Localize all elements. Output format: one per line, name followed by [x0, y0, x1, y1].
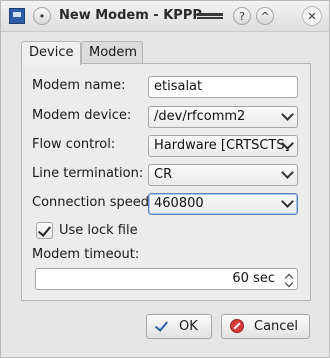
tab-modem[interactable]: Modem: [81, 41, 143, 64]
chevron-down-icon: [281, 166, 294, 179]
kppp-app-icon[interactable]: [9, 8, 25, 24]
line-termination-label: Line termination:: [32, 166, 144, 181]
flow-control-value: Hardware [CRTSCTS]: [154, 138, 290, 153]
modem-device-label: Modem device:: [32, 108, 132, 123]
tab-device-label: Device: [29, 45, 74, 60]
connection-speed-label: Connection speed:: [32, 195, 154, 210]
check-icon: [154, 318, 169, 333]
minimize-icon[interactable]: ^: [256, 7, 274, 25]
modem-name-input[interactable]: etisalat: [148, 76, 298, 98]
cancel-icon: [230, 319, 244, 333]
chevron-down-icon: [281, 108, 294, 121]
connection-speed-select[interactable]: 460800: [148, 193, 298, 215]
ok-button[interactable]: OK: [146, 314, 212, 339]
use-lock-file-label[interactable]: Use lock file: [59, 223, 138, 238]
checkmark-icon: [37, 223, 52, 237]
modem-timeout-spinbox[interactable]: 60 sec: [35, 268, 298, 290]
modem-name-label: Modem name:: [32, 78, 126, 93]
line-termination-select[interactable]: CR: [148, 164, 298, 186]
cancel-button[interactable]: Cancel: [221, 314, 310, 339]
ok-button-label: OK: [179, 319, 198, 334]
close-button[interactable]: ✕: [302, 6, 322, 26]
connection-speed-value: 460800: [154, 196, 204, 211]
chevron-down-icon: [281, 195, 294, 208]
flow-control-label: Flow control:: [32, 137, 116, 152]
titlebar[interactable]: • New Modem - KPPP ? ^ ✕: [1, 1, 329, 32]
line-termination-value: CR: [154, 167, 173, 182]
modem-name-value: etisalat: [154, 79, 203, 94]
tab-device[interactable]: Device: [21, 41, 81, 65]
cancel-button-label: Cancel: [254, 319, 299, 334]
modem-device-select[interactable]: /dev/rfcomm2: [148, 106, 298, 128]
modem-timeout-label: Modem timeout:: [32, 247, 140, 262]
modem-device-value: /dev/rfcomm2: [154, 109, 246, 124]
use-lock-file-checkbox[interactable]: [36, 222, 53, 239]
pin-icon[interactable]: •: [33, 7, 51, 25]
dialog-window: • New Modem - KPPP ? ^ ✕ Device Modem Mo…: [0, 0, 330, 358]
window-title: New Modem - KPPP: [59, 8, 202, 23]
flow-control-select[interactable]: Hardware [CRTSCTS]: [148, 135, 298, 157]
modem-timeout-value: 60 sec: [232, 271, 275, 286]
titlebar-grip-icon: [197, 13, 223, 19]
spin-arrows-icon[interactable]: [284, 272, 294, 288]
help-icon[interactable]: ?: [233, 7, 251, 25]
tab-modem-label: Modem: [89, 45, 138, 60]
